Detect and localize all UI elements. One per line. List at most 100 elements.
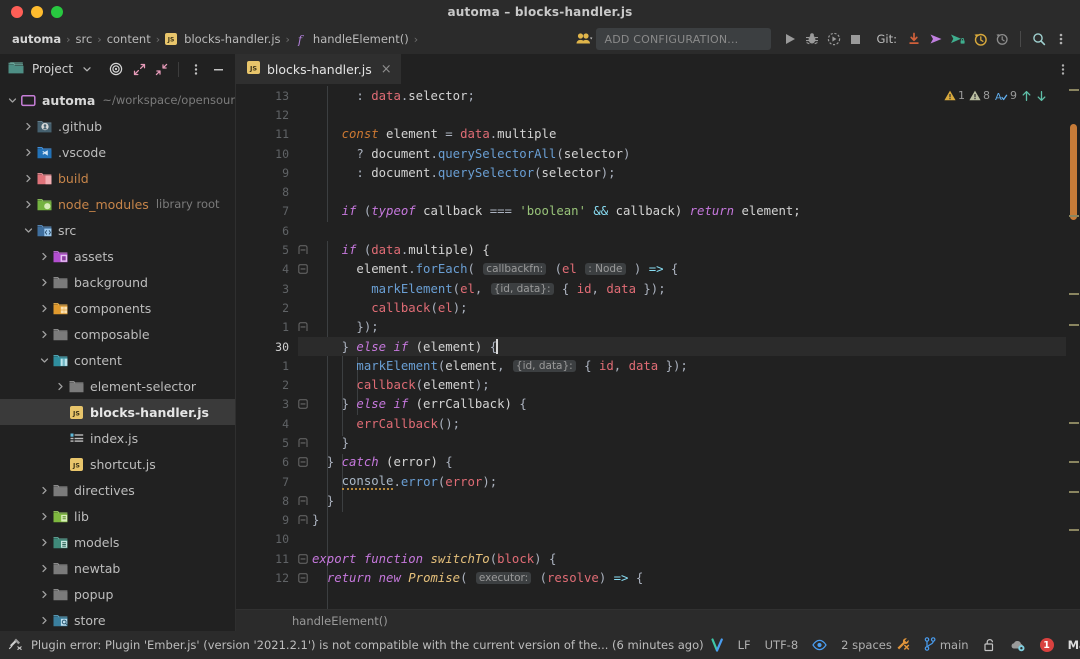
run-button[interactable] [779,28,801,50]
line-number[interactable]: 1 [236,356,298,375]
eye-icon[interactable] [805,639,834,651]
tree-item-content[interactable]: content [0,347,235,373]
code-line[interactable]: export function switchTo(block) { [298,549,1066,568]
chevron-right-icon[interactable] [38,252,51,261]
unlock-icon[interactable] [976,638,1003,652]
line-number[interactable]: 7 [236,472,298,491]
code-line[interactable]: }); [298,318,1066,337]
tree-item-assets[interactable]: assets [0,243,235,269]
code-line[interactable]: element. forEach( callbackfn: (el : Node … [298,260,1066,279]
scrollbar-thumb[interactable] [1070,124,1077,220]
line-separator-label[interactable]: LF [731,638,758,652]
line-number[interactable]: 10 [236,530,298,549]
expand-all-button[interactable] [129,59,150,80]
warning-count-yellow[interactable]: 1 [944,89,965,102]
line-number[interactable]: 12 [236,568,308,587]
tree-item-shortcut-js[interactable]: JS shortcut.js [0,451,235,477]
code-line[interactable]: } else if (element) { [298,336,1066,357]
git-rollback-button[interactable] [991,28,1013,50]
next-problem-button[interactable] [1036,90,1047,102]
breadcrumb-item-project[interactable]: automa [12,32,61,46]
run-configuration-selector[interactable]: ADD CONFIGURATION... [595,28,771,50]
git-history-button[interactable] [969,28,991,50]
tree-item-models[interactable]: models [0,529,235,555]
line-number[interactable]: 3 [236,395,308,414]
tree-item-newtab[interactable]: newtab [0,555,235,581]
code-line[interactable]: } else if (errCallback) { [298,395,1066,414]
line-number[interactable]: 30 [236,337,308,356]
chevron-down-icon[interactable] [38,356,51,365]
code-line[interactable] [298,221,1066,240]
editor-tab-blocks-handler[interactable]: JS blocks-handler.js × [236,54,401,84]
git-push-button[interactable] [947,28,969,50]
code-editor[interactable]: 13 12 11 10 9 8 7 6 5 4 3 2 1 30 1 2 3 4 5 6 7 8 9 10 11 12 : dat… [236,84,1080,609]
line-number[interactable]: 7 [236,202,298,221]
tree-item-lib[interactable]: lib [0,503,235,529]
line-number[interactable]: 11 [236,125,298,144]
chevron-down-icon[interactable] [22,226,35,235]
notification-badge[interactable]: 1 [1033,638,1061,652]
tree-item-directives[interactable]: directives [0,477,235,503]
chevron-right-icon[interactable] [38,564,51,573]
tree-item-build[interactable]: build [0,165,235,191]
previous-problem-button[interactable] [1021,90,1032,102]
chevron-right-icon[interactable] [38,616,51,625]
code-line[interactable]: const element = data. multiple [298,125,1066,144]
run-with-coverage-button[interactable] [823,28,845,50]
chevron-right-icon[interactable] [22,174,35,183]
code-line[interactable]: callback(el); [298,298,1066,317]
gear-cloud-icon[interactable] [1003,638,1033,652]
tree-item-components[interactable]: components [0,295,235,321]
options-menu-button[interactable] [185,59,206,80]
breadcrumb-item-file[interactable]: blocks-handler.js [184,32,280,46]
code-line[interactable]: return new Promise( executor: (resolve) … [298,568,1066,587]
line-number[interactable]: 12 [236,105,298,124]
tree-item--vscode[interactable]: .vscode [0,139,235,165]
tree-item--github[interactable]: " viewBox="0 0 15 13"> .github [0,113,235,139]
chevron-down-icon[interactable] [6,96,19,105]
code-line[interactable] [298,530,1066,549]
chevron-right-icon[interactable] [38,512,51,521]
stop-button[interactable] [845,28,867,50]
breadcrumb-item-content[interactable]: content [107,32,151,46]
theme-indicator[interactable]: Material Darker [1061,638,1080,652]
select-run-target-button[interactable] [573,28,596,50]
typo-count[interactable]: A 9 [994,89,1017,102]
line-number[interactable]: 4 [236,414,298,433]
code-line[interactable]: console. error(error); [298,472,1066,491]
code-line[interactable]: ? document. querySelectorAll(selector) [298,144,1066,163]
code-line[interactable]: : document. querySelector(selector); [298,163,1066,182]
tree-item-index-js[interactable]: index.js [0,425,235,451]
code-line[interactable]: } [298,433,1066,452]
line-number[interactable]: 4 [236,260,308,279]
line-number[interactable]: 6 [236,453,308,472]
line-number[interactable]: 10 [236,144,298,163]
minimize-window-button[interactable] [31,6,43,18]
code-line[interactable]: markElement(element, {id, data}: { id, d… [298,356,1066,375]
debug-button[interactable] [801,28,823,50]
editor-bottom-breadcrumb[interactable]: handleElement() [236,609,1080,631]
chevron-right-icon[interactable] [38,304,51,313]
line-number[interactable]: 13 [236,86,298,105]
line-number[interactable]: 8 [236,182,298,201]
maximize-window-button[interactable] [51,6,63,18]
line-number[interactable]: 11 [236,549,308,568]
tree-item-blocks-handler-js[interactable]: JS blocks-handler.js [0,399,235,425]
code-line[interactable]: } [298,511,1066,530]
code-line[interactable]: } catch (error) { [298,453,1066,472]
line-number[interactable]: 2 [236,298,298,317]
search-everywhere-button[interactable] [1028,28,1050,50]
inspection-status-widget[interactable]: 1 8 A 9 [941,88,1050,103]
chevron-right-icon[interactable] [22,200,35,209]
editor-marker-scrollbar[interactable] [1066,84,1080,609]
chevron-right-icon[interactable] [22,122,35,131]
git-branch-indicator[interactable]: main [917,636,976,654]
warning-count-grey[interactable]: 8 [969,89,990,102]
validation-check-icon[interactable] [704,638,731,652]
line-number[interactable]: 5 [236,240,307,259]
code-content[interactable]: : data. selector; const element = data. mu… [298,84,1066,609]
chevron-right-icon[interactable] [38,278,51,287]
more-options-button[interactable] [1050,28,1072,50]
chevron-right-icon[interactable] [38,590,51,599]
line-number-gutter[interactable]: 13 12 11 10 9 8 7 6 5 4 3 2 1 30 1 2 3 4 5 6 7 8 9 10 11 12 [236,84,308,609]
